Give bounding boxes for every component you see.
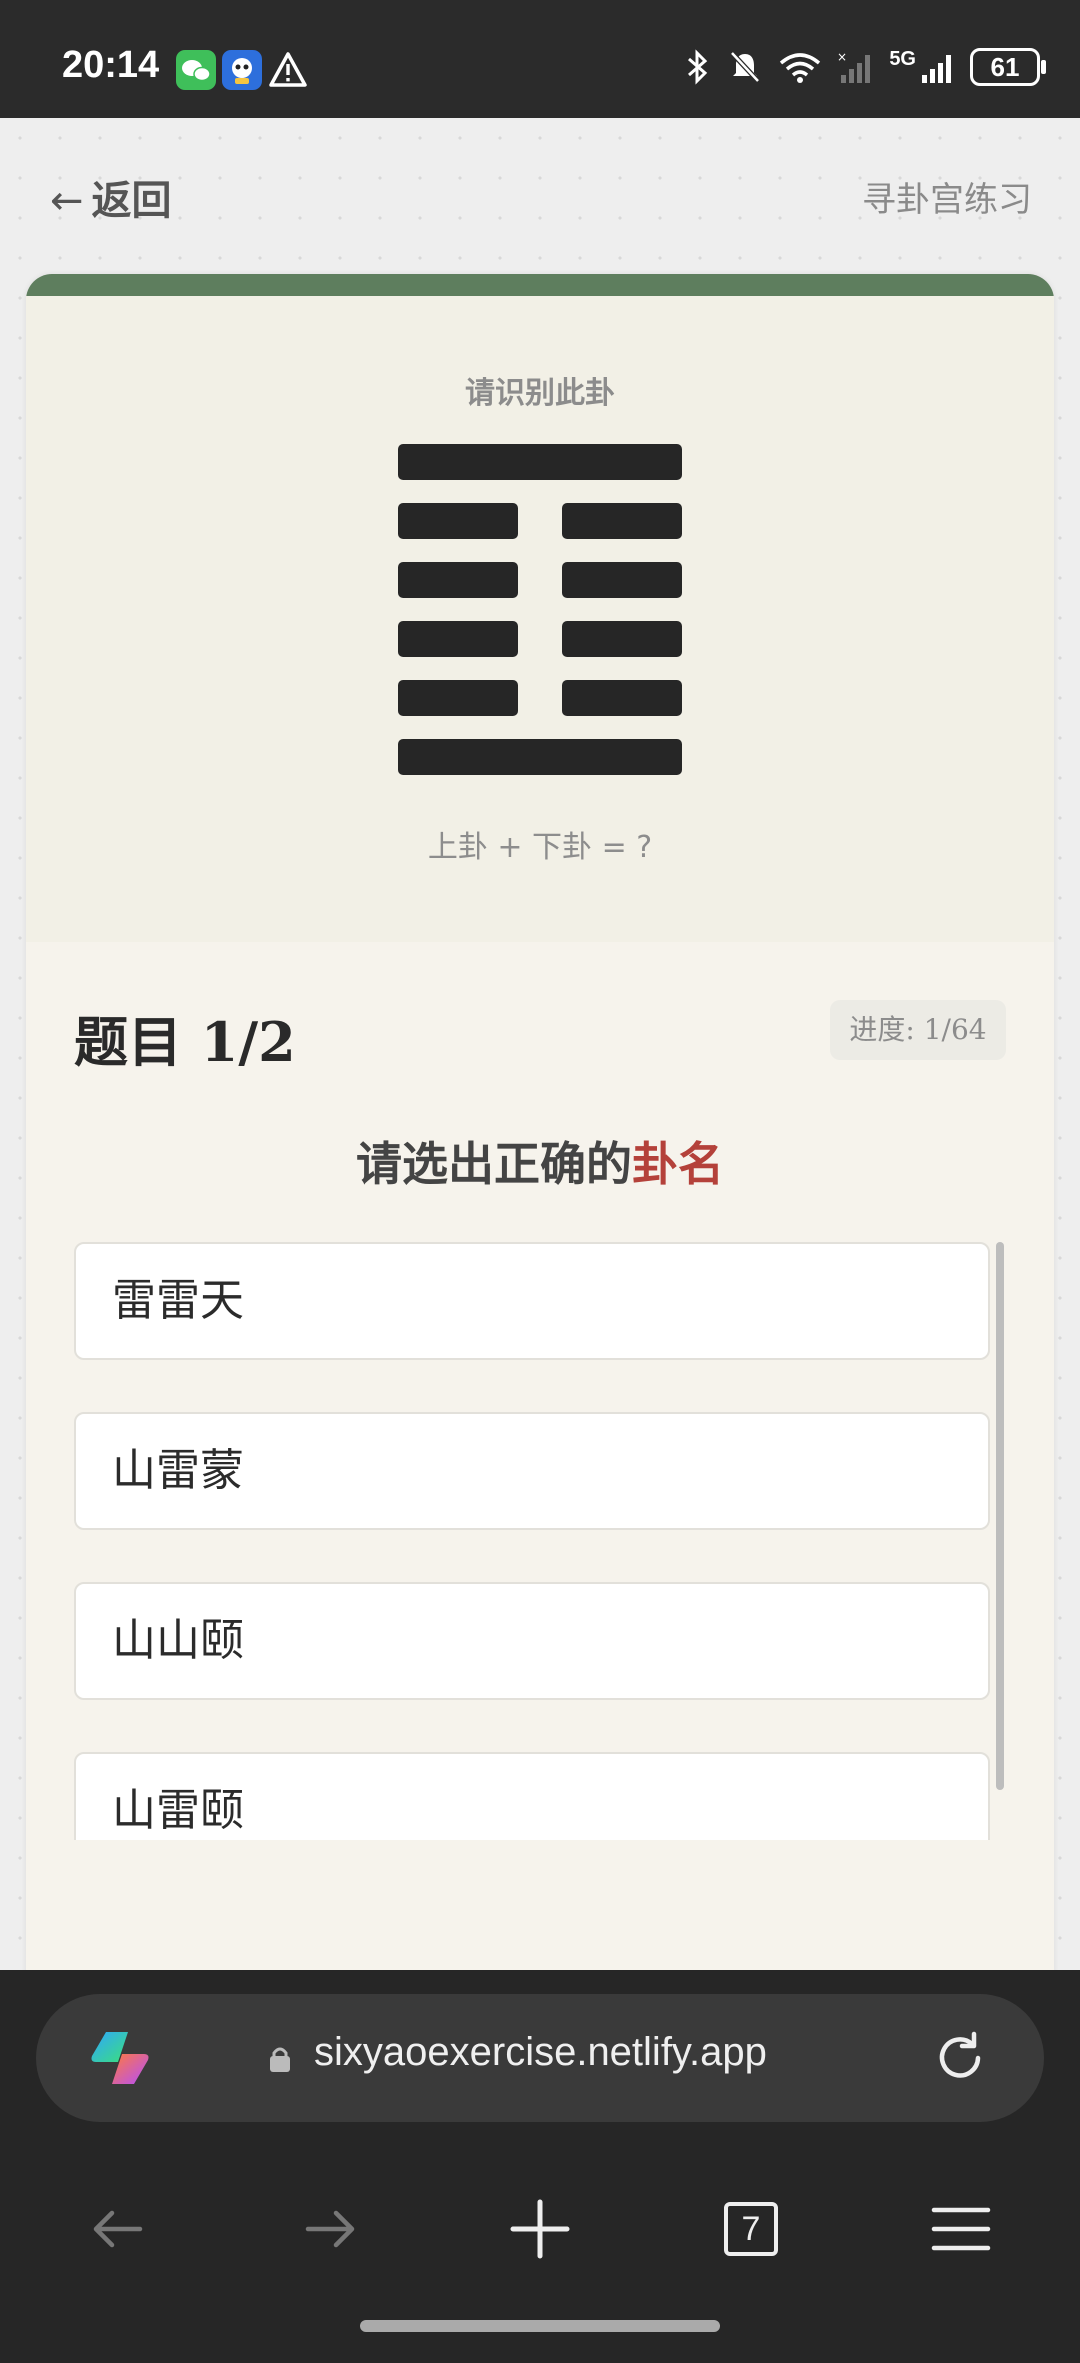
line-segment — [398, 680, 518, 716]
browser-toolbar: sixyaoexercise.netlify.app 7 — [0, 1970, 1080, 2363]
status-time: 20:14 — [62, 44, 160, 86]
hexagram-prompt: 请识别此卦 — [465, 376, 615, 411]
svg-text:×: × — [837, 50, 847, 64]
tab-count: 7 — [724, 2202, 778, 2256]
back-arrow-icon: ← — [50, 178, 84, 224]
question-instruction: 请选出正确的卦名 — [26, 1128, 1054, 1194]
answer-options-list[interactable]: 雷雷天 山雷蒙 山山颐 山雷颐 — [74, 1242, 1004, 1840]
options-scrollbar[interactable] — [996, 1242, 1004, 1790]
mute-bell-icon — [730, 51, 761, 83]
quiz-card: 请识别此卦 上卦 + 下卦 = ? 题目 1/2 进度: 1/64 请选出正确的… — [26, 274, 1054, 1974]
line-segment — [398, 503, 518, 539]
copilot-icon[interactable] — [88, 2028, 152, 2088]
yang-line — [398, 444, 682, 480]
progress-badge: 进度: 1/64 — [830, 1000, 1006, 1060]
yin-line — [398, 562, 682, 598]
warning-icon — [269, 52, 307, 87]
hexagram-panel: 请识别此卦 上卦 + 下卦 = ? — [26, 296, 1054, 944]
menu-icon[interactable] — [926, 2194, 996, 2264]
home-indicator[interactable] — [360, 2320, 720, 2332]
line-segment — [398, 562, 518, 598]
yin-line — [398, 503, 682, 539]
hexagram-formula: 上卦 + 下卦 = ? — [427, 830, 653, 865]
network-type-label: 5G — [889, 48, 916, 70]
answer-option[interactable]: 山雷颐 — [74, 1752, 990, 1840]
forward-arrow-icon[interactable] — [294, 2194, 364, 2264]
back-arrow-icon[interactable] — [84, 2194, 154, 2264]
new-tab-plus-icon[interactable] — [505, 2194, 575, 2264]
lock-icon — [270, 2047, 290, 2072]
line-segment — [562, 621, 682, 657]
line-segment — [398, 739, 682, 775]
question-number: 题目 1/2 — [74, 1010, 296, 1074]
tabs-button[interactable]: 7 — [716, 2194, 786, 2264]
address-bar[interactable]: sixyaoexercise.netlify.app — [36, 1994, 1044, 2122]
wechat-icon — [176, 50, 216, 90]
page-title: 寻卦宫练习 — [862, 180, 1032, 220]
line-segment — [398, 444, 682, 480]
status-indicators: × 5G 61 — [683, 48, 1046, 86]
yin-line — [398, 680, 682, 716]
line-segment — [562, 503, 682, 539]
card-accent-bar — [26, 274, 1054, 296]
answer-option[interactable]: 山山颐 — [74, 1582, 990, 1700]
signal-no-service-icon: × — [837, 50, 871, 83]
bluetooth-icon — [688, 49, 708, 85]
hexagram-figure — [398, 444, 682, 798]
app-notification-icon — [222, 50, 262, 90]
wifi-icon — [780, 53, 821, 83]
question-panel: 题目 1/2 进度: 1/64 请选出正确的卦名 雷雷天 山雷蒙 山山颐 山雷颐 — [26, 942, 1054, 1974]
line-segment — [562, 562, 682, 598]
yin-line — [398, 621, 682, 657]
signal-strength-icon — [922, 55, 951, 83]
reload-icon[interactable] — [932, 2030, 988, 2086]
instruction-highlight: 卦名 — [632, 1137, 724, 1191]
line-segment — [562, 680, 682, 716]
browser-nav-row: 7 — [0, 2170, 1080, 2290]
back-label: 返回 — [91, 178, 172, 224]
instruction-text: 请选出正确的 — [356, 1137, 632, 1191]
yang-line — [398, 739, 682, 775]
answer-option[interactable]: 雷雷天 — [74, 1242, 990, 1360]
web-page: ← 返回 寻卦宫练习 请识别此卦 上卦 + 下卦 = ? 题目 1/2 进度: 1… — [0, 118, 1080, 1974]
status-bar: 20:14 × 5G 61 — [0, 0, 1080, 118]
url-text[interactable]: sixyaoexercise.netlify.app — [314, 2030, 767, 2075]
battery-indicator: 61 — [970, 48, 1046, 86]
line-segment — [398, 621, 518, 657]
answer-option[interactable]: 山雷蒙 — [74, 1412, 990, 1530]
back-button[interactable]: ← 返回 — [50, 168, 172, 226]
